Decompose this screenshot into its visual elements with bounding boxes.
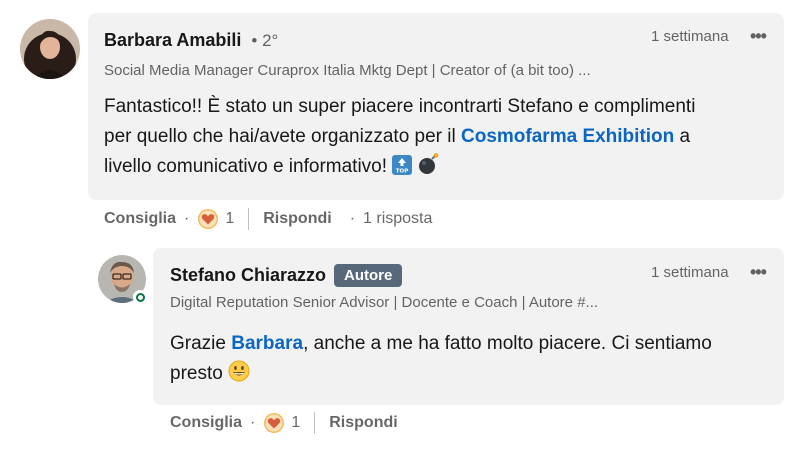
comment-text-segment: , anche a me ha fatto molto piacere. Ci …: [303, 333, 712, 354]
separator-dot: ·: [250, 414, 256, 431]
svg-text:TOP: TOP: [396, 169, 408, 175]
online-status-indicator: [133, 290, 147, 304]
timestamp: 1 settimana: [651, 28, 729, 45]
comment-text-line: livello comunicativo e informativo! TOP: [104, 152, 774, 182]
reaction-heart-icon[interactable]: [197, 208, 219, 230]
author-name[interactable]: Barbara Amabili: [104, 30, 241, 51]
comment-text-segment: presto: [170, 363, 223, 384]
reaction-count[interactable]: 1: [291, 414, 300, 432]
divider: [248, 208, 250, 230]
like-button[interactable]: Consiglia: [104, 210, 176, 228]
timestamp: 1 settimana: [651, 264, 729, 281]
author-headline[interactable]: Social Media Manager Curaprox Italia Mkt…: [104, 62, 591, 79]
reply-button[interactable]: Rispondi: [329, 414, 397, 432]
comment-text-line: Fantastico!! È stato un super piacere in…: [104, 96, 696, 117]
reply-button[interactable]: Rispondi: [263, 210, 331, 228]
comment-actions: Consiglia · 1 Rispondi: [170, 412, 398, 434]
mention-link[interactable]: Cosmofarma Exhibition: [461, 126, 674, 147]
author-badge: Autore: [334, 264, 403, 287]
author-line: Stefano Chiarazzo Autore: [170, 264, 403, 287]
comment-text-segment: a: [674, 126, 691, 147]
author-line: Barbara Amabili • 2°: [104, 30, 278, 51]
comment-text-segment: per quello che hai/avete organizzato per…: [104, 126, 462, 147]
comment-text-segment: Grazie: [170, 333, 232, 354]
comment-text-segment: livello comunicativo e informativo!: [104, 156, 388, 177]
separator-dot: ·: [349, 210, 356, 227]
reaction-heart-icon[interactable]: [263, 412, 285, 434]
comment-text-line: presto: [170, 359, 770, 389]
connection-degree: • 2°: [251, 30, 279, 50]
reaction-count[interactable]: 1: [225, 210, 234, 228]
more-options-icon[interactable]: •••: [750, 262, 767, 283]
comment-text-line: per quello che hai/avete organizzato per…: [104, 122, 774, 152]
replies-count[interactable]: 1 risposta: [363, 210, 432, 228]
bomb-icon: [418, 153, 438, 174]
comment-barbara: Barbara Amabili • 2° Social Media Manage…: [0, 0, 804, 240]
divider: [314, 412, 316, 434]
more-options-icon[interactable]: •••: [750, 26, 767, 47]
author-headline[interactable]: Digital Reputation Senior Advisor | Doce…: [170, 294, 598, 311]
avatar-photo: [20, 19, 80, 79]
author-name[interactable]: Stefano Chiarazzo: [170, 265, 326, 286]
comment-text: Grazie Barbara, anche a me ha fatto molt…: [170, 329, 770, 389]
like-button[interactable]: Consiglia: [170, 414, 242, 432]
comment-text: Fantastico!! È stato un super piacere in…: [104, 92, 774, 182]
comment-actions: Consiglia · 1 Rispondi · 1 risposta: [104, 208, 432, 230]
top-arrow-icon: TOP: [392, 155, 413, 175]
mention-link[interactable]: Barbara: [231, 333, 303, 354]
grinning-face-icon: [228, 360, 250, 382]
separator-dot: ·: [184, 210, 190, 227]
comment-text-line: Grazie Barbara, anche a me ha fatto molt…: [170, 329, 770, 359]
comment-stefano: Stefano Chiarazzo Autore Digital Reputat…: [0, 240, 804, 456]
avatar[interactable]: [20, 19, 80, 79]
